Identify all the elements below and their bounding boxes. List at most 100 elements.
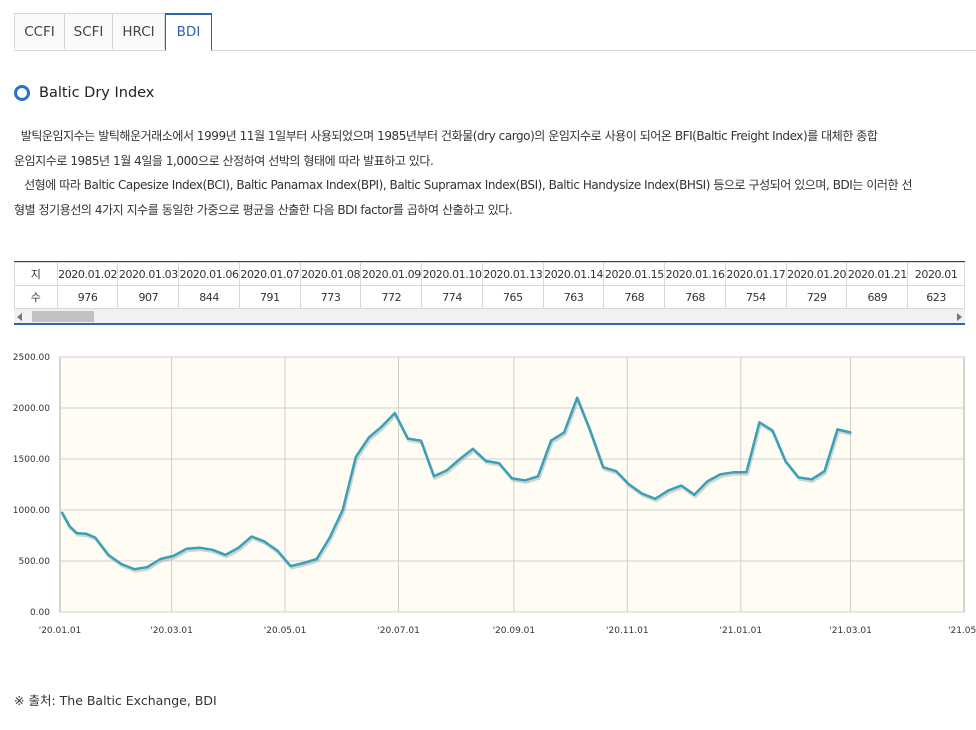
data-point	[458, 458, 461, 460]
data-point	[511, 477, 513, 480]
data-point	[198, 546, 201, 549]
description-line: 운임지수로 1985년 1월 4일을 1,000으로 산정하여 선박의 형태에 …	[14, 153, 434, 168]
data-point	[133, 568, 136, 571]
data-point	[524, 479, 527, 482]
data-point	[628, 483, 631, 486]
data-point	[85, 532, 88, 535]
data-point	[289, 565, 292, 568]
data-point	[537, 475, 540, 478]
table-cell-value: 774	[421, 285, 483, 309]
data-point	[732, 471, 735, 474]
x-tick-label: '20.07.01	[377, 626, 420, 636]
data-point	[849, 431, 852, 434]
bdi-line-chart: 2500.00 2000.00 1500.00 1000.00 500.00 0.00 '…	[13, 353, 976, 636]
data-point	[497, 462, 500, 465]
description: 발틱운임지수는 발틱해운거래소에서 1999년 11월 1일부터 사용되었으며 …	[14, 124, 972, 222]
scroll-right-icon[interactable]	[957, 313, 962, 321]
x-tick-label: '21.05.	[948, 626, 976, 636]
data-point	[576, 396, 579, 399]
data-point	[810, 478, 813, 481]
tab-ccfi[interactable]: CCFI	[14, 13, 65, 49]
x-tick-label: '21.01.01	[720, 626, 763, 636]
y-tick-label: 500.00	[19, 557, 51, 567]
y-tick-label: 2000.00	[13, 404, 50, 414]
data-point	[693, 493, 696, 496]
circle-bullet-icon	[14, 85, 30, 101]
x-axis: '20.01.01 '20.03.01 '20.05.01 '20.07.01 '20.…	[39, 626, 976, 636]
tab-bdi[interactable]: BDI	[165, 13, 212, 51]
x-tick-label: '20.03.01	[150, 626, 193, 636]
y-tick-label: 1500.00	[13, 455, 50, 465]
data-point	[120, 563, 123, 566]
table-cell-date: 2020.01.17	[724, 262, 787, 286]
data-point	[263, 540, 266, 543]
data-point	[367, 436, 370, 439]
data-point	[654, 497, 657, 500]
table-cell-value: 976	[56, 285, 119, 309]
data-point	[563, 431, 566, 434]
table-cell-value: 763	[542, 285, 605, 309]
data-point	[60, 511, 63, 514]
data-point	[341, 509, 344, 511]
value-row: 수 976 907 844 791 773 772 774 765 763 768 768 754 72…	[14, 285, 965, 309]
y-tick-label: 1000.00	[13, 506, 50, 516]
index-tabs: CCFI SCFI HRCI BDI	[14, 13, 976, 51]
table-cell-date: 2020.01.21	[846, 262, 909, 286]
data-point	[745, 471, 748, 474]
data-point	[107, 553, 110, 556]
data-point	[680, 484, 683, 487]
data-point	[315, 557, 318, 560]
data-point	[419, 439, 422, 442]
table-cell-value: 768	[664, 285, 726, 309]
scrollbar-thumb[interactable]	[32, 311, 94, 322]
description-line: 선형에 따라 Baltic Capesize Index(BCI), Balti…	[14, 178, 913, 192]
x-tick-label: '21.03.01	[829, 626, 872, 636]
data-point	[615, 470, 618, 473]
source-note: ※ 출처: The Baltic Exchange, BDI	[14, 693, 217, 708]
table-cell-date: 2020.01.08	[299, 262, 362, 286]
data-point	[250, 535, 253, 538]
data-point	[758, 421, 761, 424]
data-point	[719, 473, 722, 476]
tab-scfi[interactable]: SCFI	[64, 13, 113, 49]
data-point	[224, 553, 227, 556]
description-line: 형별 정기용선의 4가지 지수를 동일한 가중으로 평균을 산출한 다음 BDI…	[14, 202, 513, 217]
data-point	[354, 455, 357, 458]
section-title: Baltic Dry Index	[39, 85, 155, 101]
data-point	[211, 548, 214, 551]
description-line: 발틱운임지수는 발틱해운거래소에서 1999년 11월 1일부터 사용되었으며 …	[14, 129, 878, 143]
table-cell-value: 754	[724, 285, 787, 309]
x-tick-label: '20.11.01	[606, 626, 649, 636]
data-point	[302, 562, 305, 565]
data-point	[784, 460, 787, 463]
data-point	[75, 532, 78, 535]
data-point	[471, 447, 474, 450]
table-cell-date: 2020.01.09	[360, 262, 423, 286]
data-point	[406, 437, 409, 440]
data-point	[445, 469, 448, 472]
data-point	[823, 470, 826, 473]
row-header-label: 지	[14, 262, 58, 286]
section-heading: Baltic Dry Index	[14, 83, 154, 103]
table-cell-value: 772	[360, 285, 423, 309]
table-cell-date: 2020.01.07	[238, 262, 301, 286]
data-point	[432, 475, 435, 478]
data-point	[172, 554, 175, 557]
data-point	[276, 549, 279, 552]
table-cell-value: 765	[481, 285, 544, 309]
data-point	[667, 489, 670, 492]
data-point	[68, 524, 71, 527]
table-cell-date: 2020.01.03	[117, 262, 180, 286]
tab-hrci[interactable]: HRCI	[112, 13, 165, 49]
plot-area	[59, 356, 965, 613]
table-scrollbar[interactable]	[14, 309, 965, 325]
table-cell-value: 689	[846, 285, 909, 309]
scroll-left-icon[interactable]	[17, 313, 22, 321]
x-tick-label: '20.05.01	[264, 626, 307, 636]
data-point	[146, 566, 149, 569]
data-point	[550, 439, 553, 442]
row-value-label: 수	[14, 285, 58, 309]
table-cell-date: 2020.01	[907, 262, 965, 286]
data-point	[393, 412, 396, 415]
table-cell-date: 2020.01.14	[542, 262, 605, 286]
